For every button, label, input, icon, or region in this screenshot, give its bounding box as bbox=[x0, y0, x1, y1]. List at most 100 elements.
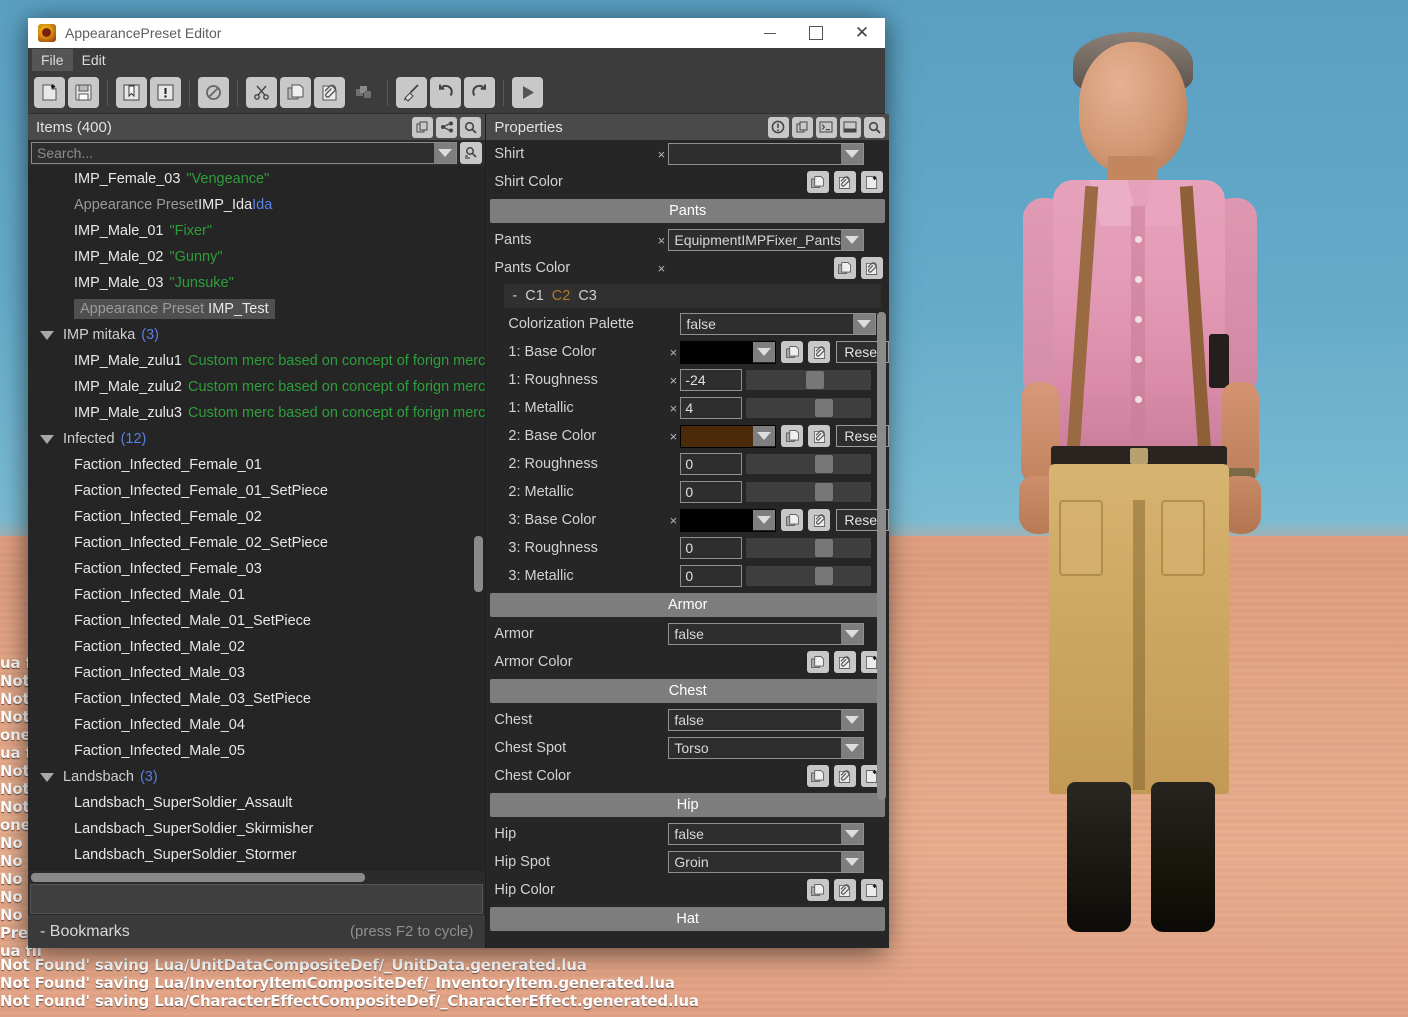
close-button[interactable]: ✕ bbox=[839, 18, 885, 48]
chevron-down-icon[interactable] bbox=[841, 738, 863, 758]
title-bar[interactable]: AppearancePreset Editor ✕ bbox=[28, 18, 885, 48]
chevron-down-icon[interactable] bbox=[841, 824, 863, 844]
list-item[interactable]: Faction_Infected_Male_05 bbox=[28, 738, 485, 764]
copy-icon[interactable] bbox=[781, 341, 803, 363]
paperclip-icon[interactable] bbox=[808, 425, 830, 447]
bookmark-icon[interactable] bbox=[116, 77, 147, 108]
clear-property-icon[interactable]: × bbox=[666, 429, 680, 444]
number-input-3-roughness[interactable]: 0 bbox=[680, 537, 742, 559]
list-item[interactable]: Faction_Infected_Male_03 bbox=[28, 660, 485, 686]
clear-property-icon[interactable]: × bbox=[666, 401, 680, 416]
clear-property-icon[interactable]: × bbox=[654, 233, 668, 248]
channel-c3[interactable]: C3 bbox=[578, 288, 597, 304]
number-input-2-metallic[interactable]: 0 bbox=[680, 481, 742, 503]
duplicate-icon[interactable] bbox=[348, 77, 379, 108]
section-header-hip[interactable]: Hip bbox=[490, 793, 885, 817]
console-icon[interactable] bbox=[816, 117, 837, 138]
slider-3-roughness[interactable] bbox=[746, 538, 871, 558]
slider-thumb[interactable] bbox=[815, 567, 833, 585]
list-item[interactable]: Landsbach_SuperSoldier_Assault bbox=[28, 790, 485, 816]
chevron-down-icon[interactable] bbox=[40, 773, 54, 782]
copy-icon[interactable] bbox=[807, 651, 829, 673]
bookmarks-bar[interactable]: - Bookmarks (press F2 to cycle) bbox=[28, 914, 485, 948]
section-header-pants[interactable]: Pants bbox=[490, 199, 885, 223]
play-icon[interactable] bbox=[512, 77, 543, 108]
paperclip-icon[interactable] bbox=[861, 257, 883, 279]
list-item[interactable]: Faction_Infected_Female_01_SetPiece bbox=[28, 478, 485, 504]
broom-icon[interactable] bbox=[396, 77, 427, 108]
status-field[interactable] bbox=[30, 884, 483, 914]
list-item[interactable]: IMP_Male_zulu2Custom merc based on conce… bbox=[28, 374, 485, 400]
chevron-down-icon[interactable] bbox=[841, 230, 863, 250]
list-item[interactable]: Faction_Infected_Female_02_SetPiece bbox=[28, 530, 485, 556]
paperclip-icon[interactable] bbox=[834, 171, 856, 193]
list-item[interactable]: Faction_Infected_Female_03 bbox=[28, 556, 485, 582]
items-vertical-scrollbar[interactable] bbox=[474, 536, 483, 592]
paperclip-icon[interactable] bbox=[314, 77, 345, 108]
tree-group-infected[interactable]: Infected(12) bbox=[28, 426, 485, 452]
copy-icon[interactable] bbox=[781, 425, 803, 447]
list-item[interactable]: IMP_Male_01"Fixer" bbox=[28, 218, 485, 244]
list-item[interactable]: Appearance Preset IMP_IdaIda bbox=[28, 192, 485, 218]
minimize-icon[interactable] bbox=[840, 117, 861, 138]
color-swatch-3-base-color[interactable] bbox=[680, 509, 776, 532]
exclamation-icon[interactable] bbox=[150, 77, 181, 108]
paperclip-icon[interactable] bbox=[834, 765, 856, 787]
chevron-down-icon[interactable] bbox=[841, 144, 863, 164]
copy-icon[interactable] bbox=[807, 765, 829, 787]
dropdown-armor[interactable]: false bbox=[668, 623, 864, 645]
channel-c2[interactable]: C2 bbox=[552, 288, 571, 304]
chevron-down-icon[interactable] bbox=[841, 710, 863, 730]
slider-thumb[interactable] bbox=[806, 371, 824, 389]
add-icon[interactable] bbox=[861, 879, 883, 901]
search-box[interactable] bbox=[31, 142, 457, 164]
slider-2-roughness[interactable] bbox=[746, 454, 871, 474]
clear-property-icon[interactable]: × bbox=[654, 261, 668, 276]
new-file-icon[interactable] bbox=[34, 77, 65, 108]
add-icon[interactable] bbox=[861, 171, 883, 193]
dropdown-chest[interactable]: false bbox=[668, 709, 864, 731]
undo-icon[interactable] bbox=[430, 77, 461, 108]
items-horizontal-scrollbar[interactable] bbox=[31, 873, 365, 882]
chevron-down-icon[interactable] bbox=[40, 435, 54, 444]
list-item[interactable]: Faction_Infected_Male_04 bbox=[28, 712, 485, 738]
number-input-2-roughness[interactable]: 0 bbox=[680, 453, 742, 475]
slider-3-metallic[interactable] bbox=[746, 566, 871, 586]
save-icon[interactable] bbox=[68, 77, 99, 108]
color-swatch-2-base-color[interactable] bbox=[680, 425, 776, 448]
clear-property-icon[interactable]: × bbox=[654, 147, 668, 162]
chevron-down-icon[interactable] bbox=[841, 852, 863, 872]
character-model[interactable] bbox=[975, 30, 1305, 935]
copy-icon[interactable] bbox=[807, 879, 829, 901]
menu-bar[interactable]: FileEdit bbox=[28, 48, 885, 72]
dropdown-hip-spot[interactable]: Groin bbox=[668, 851, 864, 873]
search-input[interactable] bbox=[32, 145, 434, 161]
copy-icon[interactable] bbox=[412, 117, 433, 138]
clear-property-icon[interactable]: × bbox=[666, 345, 680, 360]
toolbar[interactable] bbox=[28, 72, 885, 114]
list-item[interactable]: IMP_Male_zulu1Custom merc based on conce… bbox=[28, 348, 485, 374]
slider-thumb[interactable] bbox=[815, 455, 833, 473]
list-item[interactable]: Appearance Preset IMP_Test bbox=[28, 296, 485, 322]
clear-property-icon[interactable]: × bbox=[666, 373, 680, 388]
copy-icon[interactable] bbox=[834, 257, 856, 279]
dropdown-chest-spot[interactable]: Torso bbox=[668, 737, 864, 759]
properties-scrollbar[interactable] bbox=[877, 312, 886, 800]
section-header-armor[interactable]: Armor bbox=[490, 593, 885, 617]
maximize-button[interactable] bbox=[793, 18, 839, 48]
dropdown-colorization-palette[interactable]: false bbox=[680, 313, 876, 335]
list-item[interactable]: Landsbach_SuperSoldier_Skirmisher bbox=[28, 816, 485, 842]
list-item[interactable]: Faction_Infected_Male_02 bbox=[28, 634, 485, 660]
list-item[interactable]: Faction_Infected_Male_03_SetPiece bbox=[28, 686, 485, 712]
dropdown-shirt[interactable] bbox=[668, 143, 864, 165]
slider-2-metallic[interactable] bbox=[746, 482, 871, 502]
clear-property-icon[interactable]: × bbox=[666, 513, 680, 528]
list-item[interactable]: IMP_Male_03"Junsuke" bbox=[28, 270, 485, 296]
list-item[interactable]: Faction_Infected_Male_01 bbox=[28, 582, 485, 608]
tree-group-imp-mitaka[interactable]: IMP mitaka(3) bbox=[28, 322, 485, 348]
chevron-down-icon[interactable] bbox=[753, 510, 775, 530]
dropdown-hip[interactable]: false bbox=[668, 823, 864, 845]
section-header-chest[interactable]: Chest bbox=[490, 679, 885, 703]
search-row[interactable] bbox=[28, 140, 485, 166]
slider-1-roughness[interactable] bbox=[746, 370, 871, 390]
